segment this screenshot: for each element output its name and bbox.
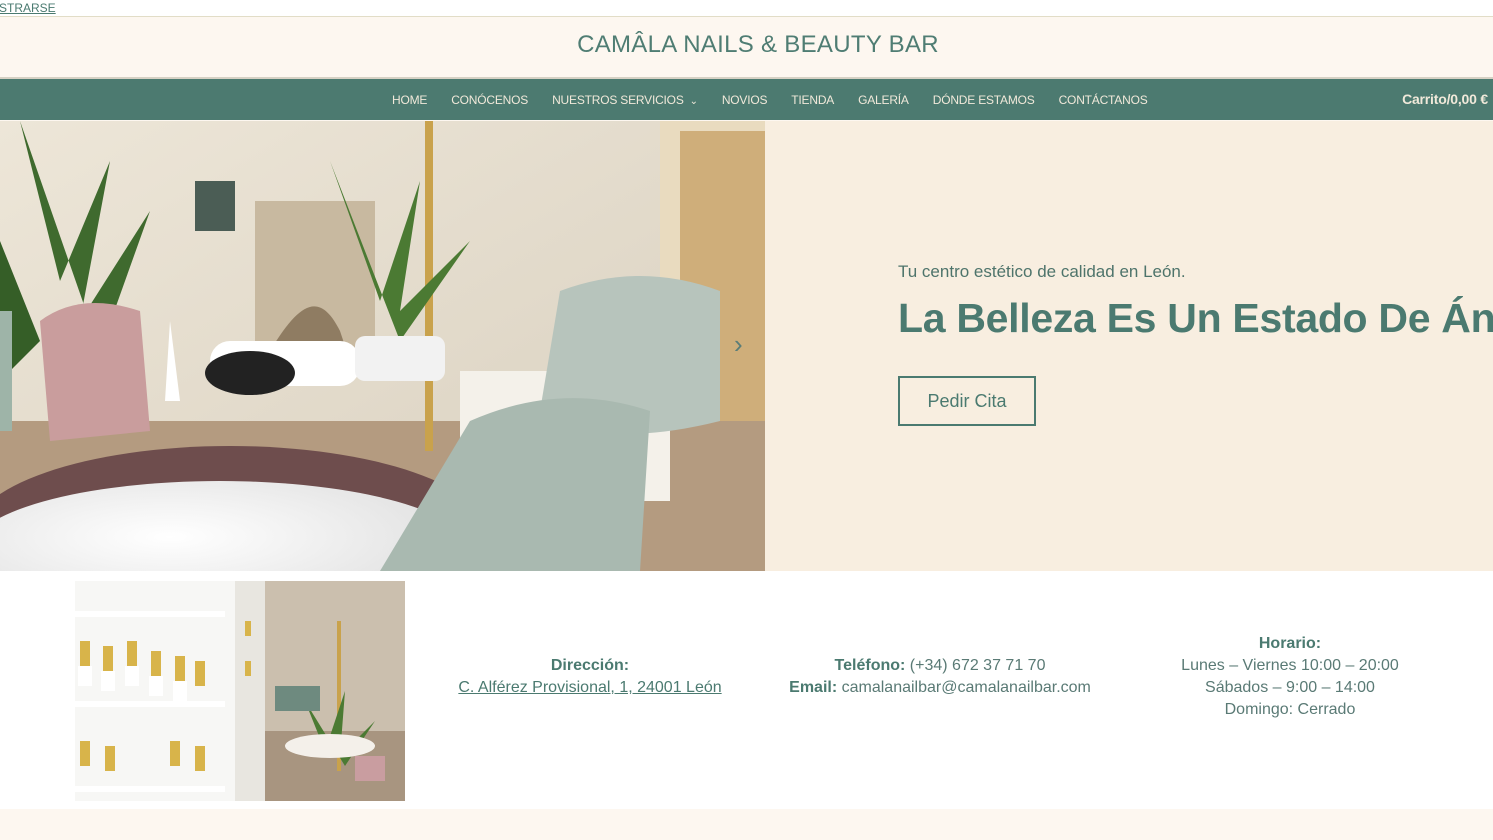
hero-slider: › Tu centro estético de calidad en León.…	[0, 121, 1493, 571]
contact-block: Teléfono: (+34) 672 37 71 70 Email: cama…	[760, 655, 1120, 699]
email-label: Email:	[789, 679, 838, 696]
nav-servicios-label: NUESTROS SERVICIOS	[552, 92, 684, 107]
contact-info-strip: Dirección: C. Alférez Provisional, 1, 24…	[0, 571, 1493, 809]
email-address[interactable]: camalanailbar@camalanailbar.com	[842, 679, 1091, 696]
cart-total: 0,00 €	[1450, 91, 1488, 107]
nav-contactanos[interactable]: CONTÁCTANOS	[1059, 93, 1148, 107]
address-block: Dirección: C. Alférez Provisional, 1, 24…	[440, 655, 740, 699]
nav-novios[interactable]: NOVIOS	[722, 93, 768, 107]
nav-servicios[interactable]: NUESTROS SERVICIOS ⌄	[552, 93, 698, 107]
nav-galeria[interactable]: GALERÍA	[858, 93, 909, 107]
hours-weekdays: Lunes – Viernes 10:00 – 20:00	[1181, 657, 1399, 674]
nav-donde-estamos[interactable]: DÓNDE ESTAMOS	[933, 93, 1035, 107]
cart-label: Carrito	[1402, 91, 1447, 107]
main-nav: HOME CONÓCENOS NUESTROS SERVICIOS ⌄ NOVIO…	[0, 79, 1493, 120]
hours-label: Horario:	[1258, 635, 1322, 652]
nav-home[interactable]: HOME	[392, 93, 427, 107]
address-link[interactable]: C. Alférez Provisional, 1, 24001 León	[458, 679, 721, 696]
phone-number[interactable]: (+34) 672 37 71 70	[910, 657, 1046, 674]
chevron-right-icon[interactable]: ›	[734, 331, 743, 357]
nav-items: HOME CONÓCENOS NUESTROS SERVICIOS ⌄ NOVIO…	[380, 79, 1160, 120]
site-header: CAMÂLA NAILS & BEAUTY BAR	[0, 17, 1493, 79]
hours-sunday: Domingo: Cerrado	[1224, 701, 1356, 718]
nav-conocenos[interactable]: CONÓCENOS	[451, 93, 528, 107]
chevron-down-icon: ⌄	[689, 95, 698, 107]
salon-interior-image	[0, 121, 765, 571]
book-appointment-button[interactable]: Pedir Cita	[898, 376, 1036, 426]
hours-block: Horario: Lunes – Viernes 10:00 – 20:00 S…	[1140, 633, 1440, 721]
address-label: Dirección:	[550, 657, 630, 674]
hero-subtitle: Tu centro estético de calidad en León.	[898, 262, 1186, 281]
hero-title: La Belleza Es Un Estado De Ánimo	[898, 295, 1493, 341]
top-bar: STRARSE	[0, 0, 1493, 17]
phone-label: Teléfono:	[834, 657, 906, 674]
cart-link[interactable]: Carrito/0,00 €	[1402, 79, 1488, 120]
nav-tienda[interactable]: TIENDA	[791, 93, 834, 107]
site-brand[interactable]: CAMÂLA NAILS & BEAUTY BAR	[0, 31, 1493, 59]
register-link[interactable]: STRARSE	[0, 0, 56, 16]
product-shelf-image	[75, 581, 405, 801]
hours-saturday: Sábados – 9:00 – 14:00	[1205, 679, 1375, 696]
